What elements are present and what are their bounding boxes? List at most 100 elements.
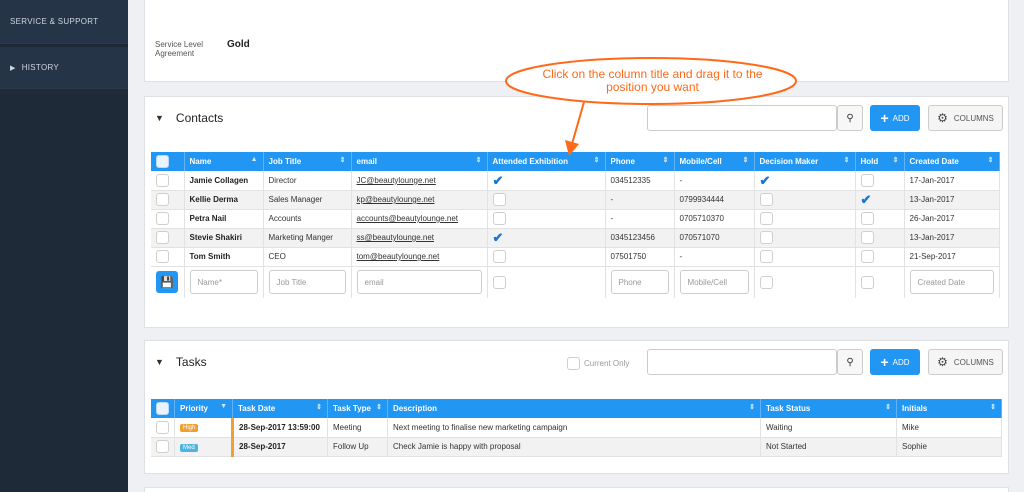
column-header-email[interactable]: email ⇕ xyxy=(351,152,488,171)
table-row[interactable]: High 28-Sep-2017 13:59:00 Meeting Next m… xyxy=(151,418,1002,438)
contact-job-title: CEO xyxy=(263,247,352,267)
table-row[interactable]: Tom Smith CEO tom@beautylounge.net 07501… xyxy=(151,247,1000,267)
column-header-decision-maker[interactable]: Decision Maker ⇕ xyxy=(754,152,856,171)
table-row[interactable]: Jamie Collagen Director JC@beautylounge.… xyxy=(151,171,1000,191)
new-decision-checkbox[interactable] xyxy=(759,275,773,289)
contacts-header[interactable]: ▼ Contacts xyxy=(155,111,223,125)
column-header-task-status[interactable]: Task Status ⇕ xyxy=(760,399,897,418)
table-row[interactable]: Med 28-Sep-2017 Follow Up Check Jamie is… xyxy=(151,437,1002,457)
contacts-search-button[interactable]: ⚲ xyxy=(837,105,863,131)
task-description: Next meeting to finalise new marketing c… xyxy=(387,418,761,438)
attended-checkbox[interactable] xyxy=(492,193,506,206)
sort-icon: ⇕ xyxy=(316,404,322,411)
contact-mobile: - xyxy=(674,247,755,267)
column-header-initials[interactable]: Initials ⇕ xyxy=(896,399,1002,418)
caret-down-icon[interactable]: ▼ xyxy=(155,357,164,367)
next-panel xyxy=(144,487,1009,492)
checkmark-icon[interactable]: ✔ xyxy=(861,193,872,206)
column-header-hold[interactable]: Hold ⇕ xyxy=(855,152,905,171)
sort-icon: ⇕ xyxy=(990,404,996,411)
new-hold-checkbox[interactable] xyxy=(860,275,874,289)
contact-email-link[interactable]: ss@beautylounge.net xyxy=(351,228,488,248)
sort-asc-icon: ▲ xyxy=(250,156,258,163)
row-checkbox[interactable] xyxy=(156,173,169,187)
column-header-attended-exhibition[interactable]: Attended Exhibition ⇕ xyxy=(487,152,606,171)
tasks-columns-button[interactable]: ⚙ COLUMNS xyxy=(928,349,1003,375)
contact-phone: 07501750 xyxy=(605,247,675,267)
contact-email-link[interactable]: tom@beautylounge.net xyxy=(351,247,488,267)
tasks-header[interactable]: ▼ Tasks xyxy=(155,355,207,369)
contact-phone: - xyxy=(605,209,675,229)
checkmark-icon[interactable]: ✔ xyxy=(493,174,504,187)
decision-checkbox[interactable] xyxy=(759,231,773,244)
table-row[interactable]: Petra Nail Accounts accounts@beautyloung… xyxy=(151,209,1000,229)
checkmark-icon[interactable]: ✔ xyxy=(493,231,504,244)
new-email-input[interactable]: email xyxy=(356,270,482,295)
sidebar-item-service-support[interactable]: SERVICE & SUPPORT xyxy=(0,0,128,44)
new-attended-checkbox[interactable] xyxy=(492,275,506,289)
row-checkbox[interactable] xyxy=(156,420,169,434)
tasks-add-button[interactable]: + ADD xyxy=(870,349,920,375)
add-label: ADD xyxy=(892,113,910,123)
row-checkbox[interactable] xyxy=(156,212,169,225)
new-name-input[interactable]: Name* xyxy=(189,270,258,295)
hold-checkbox[interactable] xyxy=(860,212,874,225)
decision-checkbox[interactable] xyxy=(759,250,773,263)
new-mobile-input[interactable]: Mobile/Cell xyxy=(679,270,749,295)
table-row[interactable]: Kellie Derma Sales Manager kp@beautyloun… xyxy=(151,190,1000,210)
task-date: 28-Sep-2017 13:59:00 xyxy=(231,418,328,438)
new-phone-input[interactable]: Phone xyxy=(610,270,669,295)
add-label: ADD xyxy=(892,357,910,367)
caret-down-icon[interactable]: ▼ xyxy=(155,113,164,123)
contact-email-link[interactable]: accounts@beautylounge.net xyxy=(351,209,488,229)
hold-checkbox[interactable] xyxy=(860,231,874,244)
row-checkbox[interactable] xyxy=(156,193,169,206)
contacts-search-input[interactable] xyxy=(647,105,837,131)
task-status: Not Started xyxy=(760,437,897,457)
checkmark-icon[interactable]: ✔ xyxy=(760,174,771,187)
tasks-panel: ▼ Tasks Current Only ⚲ + ADD ⚙ COLUMNS P… xyxy=(144,340,1009,474)
contact-phone: - xyxy=(605,190,675,210)
column-header-job-title[interactable]: Job Title ⇕ xyxy=(263,152,352,171)
priority-badge: High xyxy=(180,424,199,433)
new-created-date-input[interactable]: Created Date xyxy=(909,270,994,295)
row-checkbox[interactable] xyxy=(156,250,169,263)
plus-icon: + xyxy=(880,354,889,370)
contact-email-link[interactable]: kp@beautylounge.net xyxy=(351,190,488,210)
tasks-search-input[interactable] xyxy=(647,349,837,375)
current-only-toggle[interactable]: Current Only xyxy=(567,357,629,370)
column-header-mobile[interactable]: Mobile/Cell ⇕ xyxy=(674,152,755,171)
column-header-phone[interactable]: Phone ⇕ xyxy=(605,152,675,171)
decision-checkbox[interactable] xyxy=(759,193,773,206)
column-header-name[interactable]: Name ▲ xyxy=(184,152,264,171)
row-checkbox[interactable] xyxy=(156,440,169,453)
attended-checkbox[interactable] xyxy=(492,250,506,263)
column-header-task-date[interactable]: Task Date ⇕ xyxy=(232,399,328,418)
column-header-task-type[interactable]: Task Type ⇕ xyxy=(327,399,388,418)
search-icon: ⚲ xyxy=(846,356,854,368)
row-checkbox[interactable] xyxy=(156,231,169,244)
table-row[interactable]: Stevie Shakiri Marketing Manger ss@beaut… xyxy=(151,228,1000,248)
save-icon[interactable]: 💾 xyxy=(156,271,178,294)
contacts-add-button[interactable]: + ADD xyxy=(870,105,920,131)
column-header-description[interactable]: Description ⇕ xyxy=(387,399,761,418)
decision-checkbox[interactable] xyxy=(759,212,773,225)
column-header-created-date[interactable]: Created Date ⇕ xyxy=(904,152,1000,171)
task-type: Meeting xyxy=(327,418,388,438)
contacts-columns-button[interactable]: ⚙ COLUMNS xyxy=(928,105,1003,131)
hold-checkbox[interactable] xyxy=(860,250,874,263)
sort-icon: ⇕ xyxy=(593,157,600,164)
select-all-checkbox[interactable] xyxy=(151,399,175,418)
sort-icon: ⇕ xyxy=(339,157,346,164)
sort-icon: ⇕ xyxy=(892,157,899,164)
select-all-checkbox[interactable] xyxy=(151,152,185,171)
sidebar-item-history[interactable]: ▶ HISTORY xyxy=(0,47,128,89)
callout-text: Click on the column title and drag it to… xyxy=(542,67,763,94)
attended-checkbox[interactable] xyxy=(492,212,506,225)
hold-checkbox[interactable] xyxy=(860,173,874,187)
column-header-priority[interactable]: Priority ▼ xyxy=(174,399,233,418)
current-only-checkbox[interactable] xyxy=(567,357,580,370)
tasks-search-button[interactable]: ⚲ xyxy=(837,349,863,375)
new-job-title-input[interactable]: Job Title xyxy=(268,270,346,295)
contact-email-link[interactable]: JC@beautylounge.net xyxy=(351,171,488,191)
